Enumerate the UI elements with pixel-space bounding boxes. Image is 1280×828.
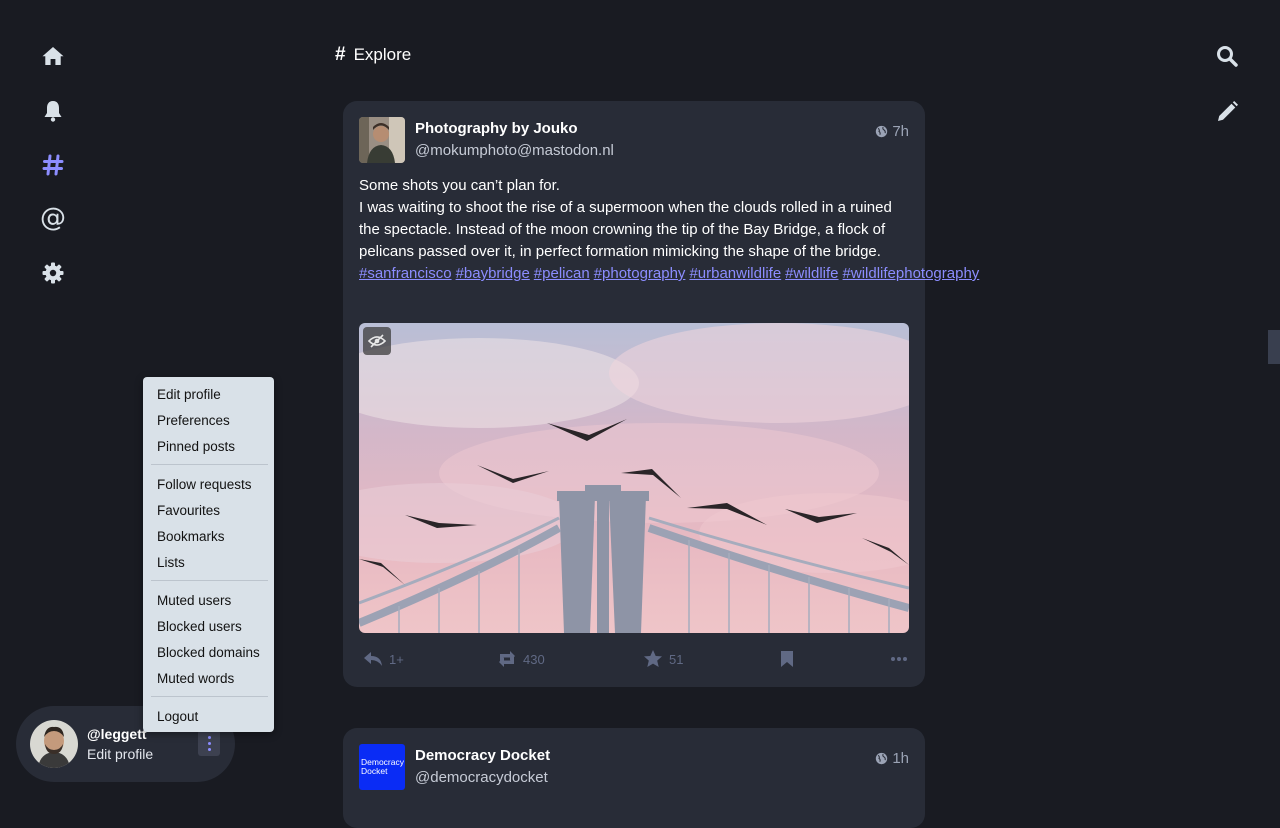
post-content: Some shots you can’t plan for. I was wai… [359, 175, 979, 285]
post-time: 7h [892, 123, 909, 140]
account-username[interactable]: @leggett [87, 726, 147, 742]
menu-item-muted-words[interactable]: Muted words [157, 671, 234, 686]
status-card[interactable]: Democracy Docket Democracy Docket @democ… [343, 728, 925, 828]
post-hashtags: #sanfrancisco #baybridge #pelican #photogra… [359, 263, 979, 285]
post-actions: 1+ 430 51 [359, 649, 911, 673]
more-options-button[interactable] [889, 649, 909, 669]
ellipsis-icon [891, 657, 907, 661]
eye-slash-icon [368, 334, 386, 348]
post-media-image[interactable] [359, 323, 909, 633]
hashtag-link[interactable]: #pelican [534, 265, 590, 282]
post-text-line: Some shots you can’t plan for. [359, 177, 560, 194]
boost-count: 430 [523, 651, 545, 667]
star-icon [644, 650, 662, 667]
hide-media-button[interactable] [363, 327, 391, 355]
nav-mentions[interactable]: @ [40, 205, 66, 231]
author-handle[interactable]: @democracydocket [415, 769, 548, 786]
dot-icon [207, 741, 211, 745]
globe-icon [876, 125, 888, 138]
account-dropdown-menu: Edit profile Preferences Pinned posts Fo… [143, 377, 274, 732]
home-icon [42, 47, 64, 65]
boost-icon [499, 651, 515, 667]
menu-item-follow-requests[interactable]: Follow requests [157, 477, 252, 492]
hashtag-link[interactable]: #wildlife [785, 265, 838, 282]
hashtag-link[interactable]: #wildlifephotography [843, 265, 980, 282]
boost-button[interactable]: 430 [497, 649, 545, 669]
nav-explore[interactable] [40, 152, 66, 178]
author-avatar[interactable]: Democracy Docket [359, 744, 405, 790]
account-menu-button[interactable] [198, 730, 220, 756]
hashtag-icon: # [335, 44, 346, 65]
favourite-count: 51 [669, 651, 684, 667]
reply-button[interactable]: 1+ [363, 649, 404, 669]
post-time: 1h [892, 750, 909, 767]
post-text-line: I was waiting to shoot the rise of a sup… [359, 199, 892, 260]
nav-home[interactable] [40, 43, 66, 69]
bell-icon [44, 101, 62, 122]
hashtag-link[interactable]: #baybridge [456, 265, 530, 282]
menu-divider [151, 696, 268, 697]
scrollbar-thumb[interactable] [1268, 330, 1280, 364]
nav-settings[interactable] [40, 260, 66, 286]
dot-icon [207, 735, 211, 739]
status-card[interactable]: Photography by Jouko @mokumphoto@mastodo… [343, 101, 979, 687]
author-handle[interactable]: @mokumphoto@mastodon.nl [415, 142, 614, 159]
hashtag-link[interactable]: #photography [594, 265, 686, 282]
menu-item-lists[interactable]: Lists [157, 555, 185, 570]
post-meta[interactable]: 7h [875, 123, 909, 140]
avatar-logo-text: Docket [361, 766, 388, 776]
column-header: # Explore [335, 44, 411, 66]
at-icon: @ [40, 203, 66, 233]
menu-item-favourites[interactable]: Favourites [157, 503, 220, 518]
bookmark-icon [781, 651, 793, 667]
search-icon [1217, 46, 1238, 67]
author-name[interactable]: Democracy Docket [415, 747, 550, 764]
edit-profile-link[interactable]: Edit profile [87, 746, 153, 762]
menu-item-bookmarks[interactable]: Bookmarks [157, 529, 225, 544]
hashtag-link[interactable]: #sanfrancisco [359, 265, 452, 282]
menu-item-muted-users[interactable]: Muted users [157, 593, 231, 608]
compose-button[interactable] [1215, 100, 1239, 124]
menu-item-blocked-users[interactable]: Blocked users [157, 619, 242, 634]
bookmark-button[interactable] [777, 649, 797, 669]
dot-icon [207, 747, 211, 751]
favourite-button[interactable]: 51 [643, 649, 683, 669]
author-avatar[interactable] [359, 117, 405, 163]
menu-item-blocked-domains[interactable]: Blocked domains [157, 645, 260, 660]
nav-notifications[interactable] [40, 98, 66, 124]
menu-item-edit-profile[interactable]: Edit profile [157, 387, 221, 402]
page-title: Explore [353, 45, 412, 64]
menu-divider [151, 464, 268, 465]
hashtag-link[interactable]: #urbanwildlife [689, 265, 781, 282]
pencil-icon [1218, 101, 1238, 121]
menu-item-logout[interactable]: Logout [157, 709, 198, 724]
globe-icon [876, 752, 888, 765]
avatar[interactable] [30, 720, 78, 768]
menu-divider [151, 580, 268, 581]
reply-count: 1+ [389, 651, 404, 667]
author-name[interactable]: Photography by Jouko [415, 120, 578, 137]
post-meta[interactable]: 1h [875, 750, 909, 767]
search-button[interactable] [1215, 44, 1239, 68]
menu-item-pinned-posts[interactable]: Pinned posts [157, 439, 235, 454]
hashtag-icon [42, 154, 64, 176]
menu-item-preferences[interactable]: Preferences [157, 413, 230, 428]
reply-icon [364, 652, 382, 666]
gear-icon [42, 262, 64, 284]
